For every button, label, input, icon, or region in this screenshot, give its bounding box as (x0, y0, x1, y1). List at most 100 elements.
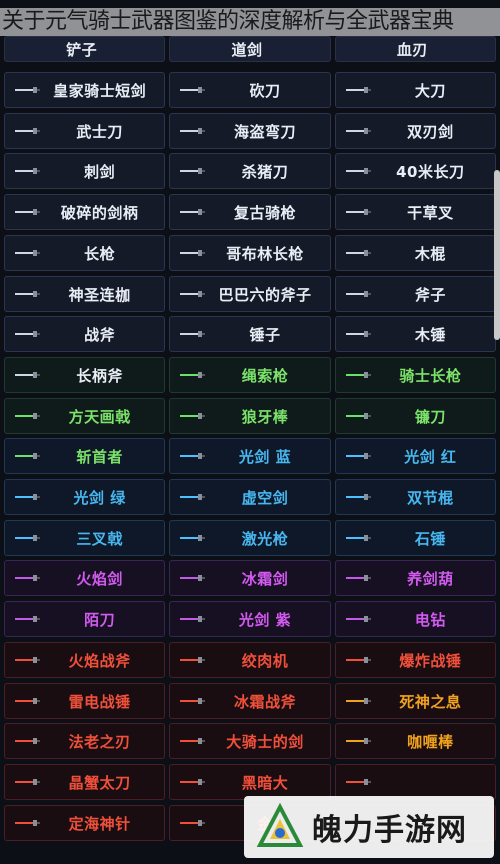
table-row: 三叉戟 激光枪 石锤 (4, 520, 496, 556)
weapon-label: 晶蟹太刀 (68, 773, 131, 792)
weapon-cell[interactable]: 破碎的剑柄 (4, 194, 166, 230)
weapon-cell[interactable]: 皇家骑士短剑 (4, 72, 166, 108)
weapon-cell[interactable]: 咖喱棒 (334, 723, 496, 759)
weapon-icon (178, 613, 206, 625)
weapon-cell[interactable]: 骑士长枪 (334, 357, 496, 393)
weapon-label: 法老之刃 (68, 732, 131, 751)
weapon-icon (344, 328, 372, 340)
weapon-cell[interactable]: 狼牙棒 (169, 398, 331, 434)
table-row: 法老之刃 大骑士的剑 咖喱棒 (4, 723, 496, 759)
weapon-cell[interactable]: 刺剑 (4, 153, 166, 189)
weapon-cell[interactable]: 火焰战斧 (4, 642, 166, 678)
weapon-icon (344, 654, 372, 666)
weapon-cell[interactable]: 斧子 (334, 276, 496, 312)
weapon-cell[interactable]: 木棍 (334, 235, 496, 271)
weapon-label: 哥布林长枪 (226, 244, 304, 263)
weapon-cell[interactable]: 复古骑枪 (169, 194, 331, 230)
weapon-label: 40米长刀 (396, 162, 465, 181)
header-cell: 铲子 (4, 36, 166, 62)
weapon-icon (344, 450, 372, 462)
weapon-cell[interactable]: 战斧 (4, 316, 166, 352)
weapon-icon (344, 369, 372, 381)
weapon-cell[interactable]: 爆炸战锤 (334, 642, 496, 678)
weapon-cell[interactable]: 火焰剑 (4, 560, 166, 596)
weapon-cell[interactable]: 石锤 (334, 520, 496, 556)
table-row: 战斧 锤子 木锤 (4, 316, 496, 352)
weapon-icon (13, 247, 41, 259)
weapon-cell[interactable]: 三叉戟 (4, 520, 166, 556)
weapon-label: 斩首者 (76, 447, 123, 466)
weapon-cell[interactable]: 大骑士的剑 (169, 723, 331, 759)
table-row: 长枪 哥布林长枪 木棍 (4, 235, 496, 271)
weapon-cell[interactable]: 海盗弯刀 (169, 113, 331, 149)
weapon-cell[interactable]: 定海神针 (4, 805, 166, 841)
weapon-label: 冰霜战斧 (233, 692, 296, 711)
weapon-label: 皇家骑士短剑 (53, 81, 147, 100)
weapon-cell[interactable]: 神圣连枷 (4, 276, 166, 312)
weapon-cell[interactable]: 木锤 (334, 316, 496, 352)
weapon-cell[interactable]: 法老之刃 (4, 723, 166, 759)
weapon-label: 光剑 红 (404, 447, 457, 466)
weapon-cell[interactable]: 雷电战锤 (4, 683, 166, 719)
weapon-icon (178, 125, 206, 137)
weapon-cell[interactable]: 死神之息 (334, 683, 496, 719)
weapon-icon (178, 695, 206, 707)
weapon-cell[interactable]: 长枪 (4, 235, 166, 271)
weapon-cell[interactable]: 激光枪 (169, 520, 331, 556)
weapon-cell[interactable]: 镰刀 (334, 398, 496, 434)
table-row: 破碎的剑柄 复古骑枪 干草叉 (4, 194, 496, 230)
weapon-cell[interactable]: 40米长刀 (334, 153, 496, 189)
weapon-cell[interactable]: 杀猪刀 (169, 153, 331, 189)
weapon-label: 虚空剑 (241, 488, 289, 507)
weapon-cell[interactable]: 大刀 (334, 72, 496, 108)
weapon-cell[interactable]: 武士刀 (4, 113, 166, 149)
weapon-cell[interactable]: 黑暗大 (169, 764, 331, 800)
weapon-cell[interactable]: 方天画戟 (4, 398, 166, 434)
header-cell: 血刃 (334, 36, 496, 62)
weapon-cell[interactable]: 虚空剑 (169, 479, 331, 515)
weapon-label: 大刀 (414, 81, 446, 100)
table-row: 火焰战斧 绞肉机 爆炸战锤 (4, 642, 496, 678)
weapon-label: 巴巴六的斧子 (218, 285, 312, 304)
weapon-cell[interactable]: 冰霜剑 (169, 560, 331, 596)
weapon-cell[interactable]: 双刃剑 (334, 113, 496, 149)
weapon-label: 双节棍 (407, 488, 454, 507)
weapon-cell[interactable] (334, 764, 496, 800)
weapon-icon (178, 491, 206, 503)
weapon-icon (13, 613, 41, 625)
weapon-icon (178, 84, 206, 96)
weapon-cell[interactable]: 光剑 蓝 (169, 438, 331, 474)
weapon-icon (344, 613, 372, 625)
weapon-cell[interactable]: 光剑 紫 (169, 601, 331, 637)
weapon-label: 木棍 (414, 244, 446, 263)
weapon-cell[interactable]: 电钻 (334, 601, 496, 637)
scrollbar[interactable] (494, 170, 500, 340)
weapon-cell[interactable]: 晶蟹太刀 (4, 764, 166, 800)
weapon-icon (344, 491, 372, 503)
weapon-cell[interactable]: 光剑 绿 (4, 479, 166, 515)
weapon-label: 复古骑枪 (233, 203, 296, 222)
weapon-cell[interactable]: 冰霜战斧 (169, 683, 331, 719)
weapon-cell[interactable]: 长柄斧 (4, 357, 166, 393)
weapon-cell[interactable]: 斩首者 (4, 438, 166, 474)
weapon-icon (178, 328, 206, 340)
weapon-cell[interactable]: 干草叉 (334, 194, 496, 230)
logo-text: 魄力手游网 (312, 813, 467, 848)
weapon-cell[interactable]: 哥布林长枪 (169, 235, 331, 271)
weapon-cell[interactable]: 锤子 (169, 316, 331, 352)
weapon-cell[interactable]: 双节棍 (334, 479, 496, 515)
weapon-icon (13, 206, 41, 218)
weapon-label: 骑士长枪 (399, 366, 462, 385)
weapon-cell[interactable]: 光剑 红 (334, 438, 496, 474)
weapon-label: 干草叉 (407, 203, 454, 222)
weapon-label: 狼牙棒 (241, 407, 289, 426)
weapon-label: 三叉戟 (76, 529, 123, 548)
weapon-label: 养剑葫 (407, 569, 454, 588)
weapon-cell[interactable]: 养剑葫 (334, 560, 496, 596)
weapon-cell[interactable]: 陌刀 (4, 601, 166, 637)
weapon-cell[interactable]: 绞肉机 (169, 642, 331, 678)
weapon-label: 双刃剑 (407, 122, 454, 141)
weapon-cell[interactable]: 巴巴六的斧子 (169, 276, 331, 312)
weapon-cell[interactable]: 绳索枪 (169, 357, 331, 393)
weapon-cell[interactable]: 砍刀 (169, 72, 331, 108)
